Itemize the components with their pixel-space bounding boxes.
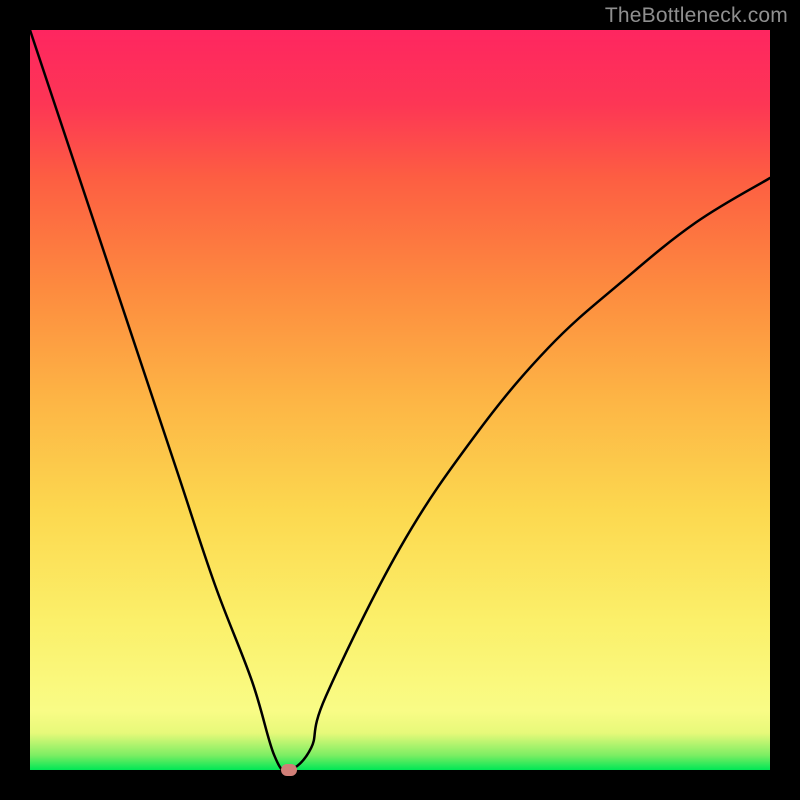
watermark-text: TheBottleneck.com — [605, 4, 788, 28]
plot-area — [30, 30, 770, 770]
chart-frame: TheBottleneck.com — [0, 0, 800, 800]
bottleneck-curve — [30, 30, 770, 770]
optimal-point-marker — [281, 764, 297, 776]
